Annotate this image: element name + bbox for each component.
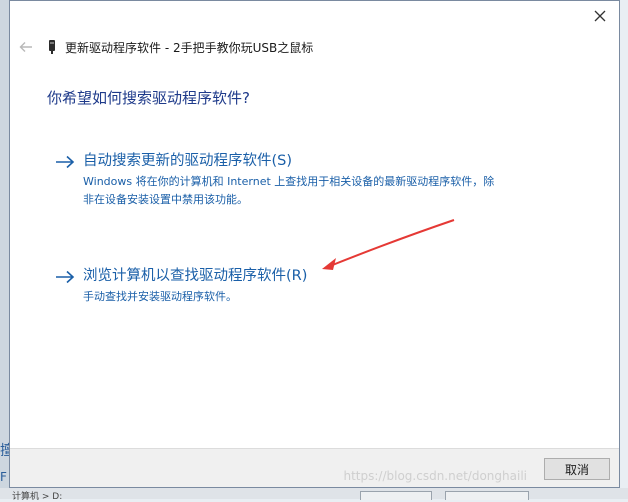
dialog-header: 更新驱动程序软件 - 2手把手教你玩USB之鼠标 <box>10 35 619 59</box>
option-title[interactable]: 自动搜索更新的驱动程序软件(S) <box>83 151 503 171</box>
close-icon <box>594 10 606 22</box>
back-button[interactable] <box>18 39 34 55</box>
background-taskbar-strip <box>0 488 628 499</box>
close-button[interactable] <box>587 5 613 27</box>
option-title[interactable]: 浏览计算机以查找驱动程序软件(R) <box>83 266 503 286</box>
option-description: 手动查找并安装驱动程序软件。 <box>83 290 237 303</box>
usb-device-icon <box>48 39 58 55</box>
option-search-automatically[interactable]: 自动搜索更新的驱动程序软件(S) Windows 将在你的计算机和 Intern… <box>55 151 503 209</box>
cancel-button[interactable]: 取消 <box>544 458 610 480</box>
option-description: Windows 将在你的计算机和 Internet 上查找用于相关设备的最新驱动… <box>83 175 495 206</box>
dialog-title: 更新驱动程序软件 - 2手把手教你玩USB之鼠标 <box>65 40 314 55</box>
dialog-footer: https://blog.csdn.net/donghaili 取消 <box>10 448 619 487</box>
back-arrow-icon <box>19 42 32 52</box>
option-browse-computer[interactable]: 浏览计算机以查找驱动程序软件(R) 手动查找并安装驱动程序软件。 <box>55 266 503 306</box>
background-text: 计算机 > D: <box>12 492 63 502</box>
right-arrow-icon <box>55 267 77 287</box>
page-question: 你希望如何搜索驱动程序软件? <box>47 89 250 107</box>
update-driver-dialog: 更新驱动程序软件 - 2手把手教你玩USB之鼠标 你希望如何搜索驱动程序软件? … <box>9 0 620 488</box>
background-glyph: F <box>0 470 7 484</box>
background-window-edge <box>0 0 9 499</box>
right-arrow-icon <box>55 152 77 172</box>
watermark: https://blog.csdn.net/donghaili <box>343 469 527 483</box>
